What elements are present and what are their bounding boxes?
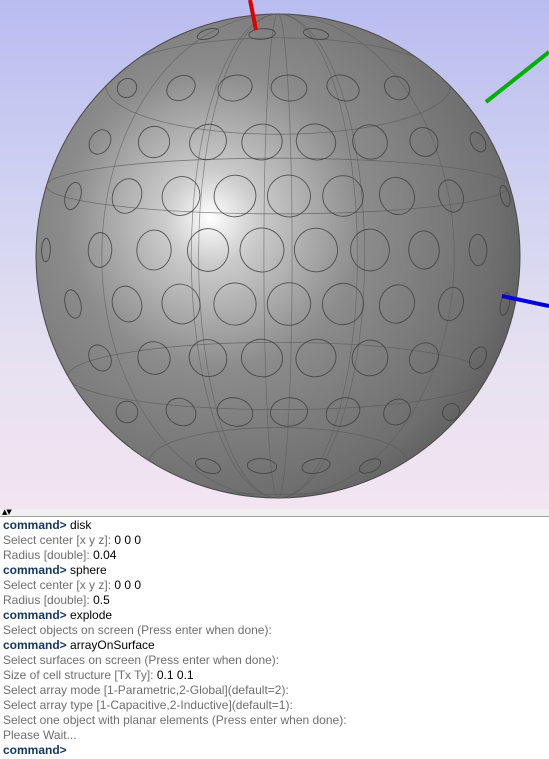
command-text: explode [66, 608, 113, 622]
output-label: Select center [x y z]: [3, 578, 115, 592]
command-prompt: command> [3, 563, 67, 577]
command-prompt: command> [3, 518, 67, 532]
output-label: Radius [double]: [3, 548, 94, 562]
output-label: Select array type [1-Capacitive,2-Induct… [3, 698, 293, 712]
console-output-line: Select center [x y z]: 0 0 0 [0, 578, 549, 593]
output-value: 0.04 [93, 548, 117, 562]
console-output-line: Select array mode [1-Parametric,2-Global… [0, 683, 549, 698]
command-text: arrayOnSurface [66, 638, 155, 652]
console-output-line: Size of cell structure [Tx Ty]: 0.1 0.1 [0, 668, 549, 683]
output-label: Size of cell structure [Tx Ty]: [3, 668, 157, 682]
output-value: 0.5 [93, 593, 110, 607]
panel-splitter[interactable]: ▲▼ [0, 508, 549, 517]
3d-viewport[interactable] [0, 0, 549, 509]
command-prompt: command> [3, 608, 67, 622]
console-command-line: command> sphere [0, 563, 549, 578]
console-output-line: Select center [x y z]: 0 0 0 [0, 533, 549, 548]
console-output-line: Select one object with planar elements (… [0, 713, 549, 728]
console-command-line: command> disk [0, 518, 549, 533]
command-prompt: command> [3, 743, 67, 757]
console-output-line: Radius [double]: 0.5 [0, 593, 549, 608]
console-command-line: command> arrayOnSurface [0, 638, 549, 653]
output-label: Select center [x y z]: [3, 533, 115, 547]
axis-y-green [484, 50, 549, 104]
up-down-arrows-icon: ▲▼ [2, 508, 12, 516]
output-label: Select surfaces on screen (Press enter w… [3, 653, 280, 667]
output-value: 0.1 0.1 [156, 668, 194, 682]
console-command-line: command> [0, 743, 549, 758]
output-value: 0 0 0 [114, 578, 142, 592]
output-label: Please Wait... [3, 728, 77, 742]
command-prompt: command> [3, 638, 67, 652]
console-output-line: Select array type [1-Capacitive,2-Induct… [0, 698, 549, 713]
command-text: disk [66, 518, 92, 532]
output-value: 0 0 0 [114, 533, 142, 547]
console-command-line: command> explode [0, 608, 549, 623]
command-text: sphere [66, 563, 107, 577]
console-output-line: Select objects on screen (Press enter wh… [0, 623, 549, 638]
console-output-line: Please Wait... [0, 728, 549, 743]
console-output-line: Select surfaces on screen (Press enter w… [0, 653, 549, 668]
command-console[interactable]: command> disk Select center [x y z]: 0 0 … [0, 518, 549, 759]
sphere-scene[interactable] [0, 0, 549, 509]
output-label: Select array mode [1-Parametric,2-Global… [3, 683, 289, 697]
output-label: Select one object with planar elements (… [3, 713, 347, 727]
output-label: Select objects on screen (Press enter wh… [3, 623, 272, 637]
sphere[interactable] [35, 13, 521, 499]
console-output-line: Radius [double]: 0.04 [0, 548, 549, 563]
output-label: Radius [double]: [3, 593, 94, 607]
